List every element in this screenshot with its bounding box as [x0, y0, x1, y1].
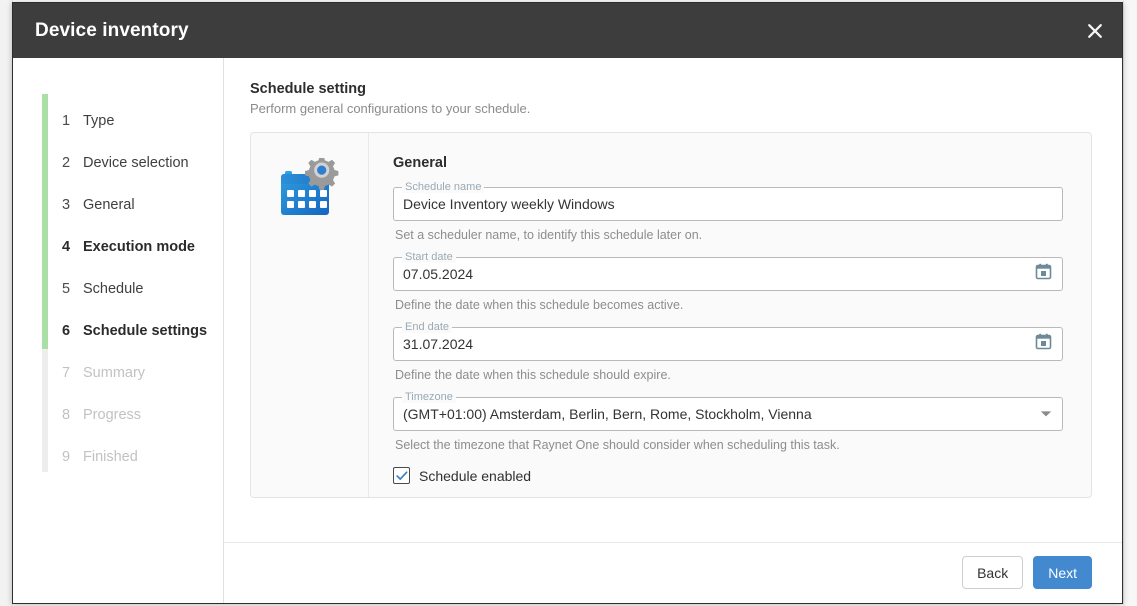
- general-settings-card: General Schedule name Set a scheduler na…: [250, 132, 1092, 498]
- step-number: 4: [62, 239, 71, 255]
- checkmark-icon: [395, 470, 408, 481]
- step-label: Finished: [83, 449, 138, 465]
- dialog-footer: Back Next: [224, 542, 1122, 603]
- stepper-list: 1 Type 2 Device selection 3 General 4 Ex…: [13, 100, 223, 478]
- end-date-helper: Define the date when this schedule shoul…: [395, 368, 671, 382]
- schedule-enabled-checkbox[interactable]: [393, 467, 410, 484]
- timezone-field: Timezone (GMT+01:00) Amsterdam, Berlin, …: [393, 391, 1063, 431]
- sidebar-item-type[interactable]: 1 Type: [13, 100, 223, 142]
- dialog-titlebar: Device inventory: [13, 3, 1122, 58]
- dialog-title: Device inventory: [35, 19, 189, 41]
- step-label: Type: [83, 113, 115, 129]
- timezone-label: Timezone: [402, 391, 456, 403]
- chevron-down-icon: [1040, 405, 1052, 423]
- end-date-input-box[interactable]: End date: [393, 321, 1063, 361]
- dialog-body: 1 Type 2 Device selection 3 General 4 Ex…: [13, 58, 1122, 603]
- close-icon: [1086, 22, 1104, 40]
- step-label: Summary: [83, 365, 146, 381]
- timezone-helper: Select the timezone that Raynet One shou…: [395, 438, 840, 452]
- start-date-helper: Define the date when this schedule becom…: [395, 298, 684, 312]
- start-date-input-box[interactable]: Start date: [393, 251, 1063, 291]
- end-date-field: End date: [393, 321, 1063, 361]
- step-number: 5: [62, 281, 71, 297]
- step-number: 6: [62, 323, 71, 339]
- schedule-enabled-label: Schedule enabled: [419, 467, 532, 484]
- step-number: 3: [62, 197, 71, 213]
- next-button[interactable]: Next: [1033, 556, 1092, 589]
- step-label: Execution mode: [83, 239, 195, 255]
- schedule-name-helper: Set a scheduler name, to identify this s…: [395, 228, 703, 242]
- page-title: Schedule setting: [250, 81, 367, 97]
- sidebar-item-general[interactable]: 3 General: [13, 184, 223, 226]
- wizard-content: Schedule setting Perform general configu…: [224, 58, 1122, 603]
- timezone-select-box[interactable]: Timezone (GMT+01:00) Amsterdam, Berlin, …: [393, 391, 1063, 431]
- start-date-input[interactable]: [403, 266, 1027, 282]
- sidebar-item-device-selection[interactable]: 2 Device selection: [13, 142, 223, 184]
- step-number: 9: [62, 449, 71, 465]
- start-date-label: Start date: [402, 251, 456, 263]
- step-label: Progress: [83, 407, 142, 423]
- calendar-settings-icon: [279, 156, 341, 223]
- end-date-input[interactable]: [403, 336, 1027, 352]
- device-inventory-dialog: Device inventory 1 Type 2 Device selecti…: [12, 2, 1123, 604]
- sidebar-item-summary: 7 Summary: [13, 352, 223, 394]
- schedule-name-input[interactable]: [403, 196, 1052, 212]
- step-number: 7: [62, 365, 71, 381]
- page-subtitle: Perform general configurations to your s…: [250, 101, 531, 116]
- end-date-picker-button[interactable]: [1035, 333, 1052, 355]
- calendar-icon: [1035, 333, 1052, 355]
- card-icon-column: [251, 133, 369, 497]
- calendar-icon: [1035, 263, 1052, 285]
- schedule-name-label: Schedule name: [402, 181, 485, 193]
- step-label: Schedule: [83, 281, 144, 297]
- start-date-field: Start date: [393, 251, 1063, 291]
- step-label: Device selection: [83, 155, 189, 171]
- schedule-enabled-row[interactable]: Schedule enabled: [393, 467, 1063, 484]
- timezone-selected-value: (GMT+01:00) Amsterdam, Berlin, Bern, Rom…: [403, 406, 812, 422]
- sidebar-item-execution-mode[interactable]: 4 Execution mode: [13, 226, 223, 268]
- back-button[interactable]: Back: [962, 556, 1024, 589]
- sidebar-item-schedule[interactable]: 5 Schedule: [13, 268, 223, 310]
- close-dialog-button[interactable]: [1068, 3, 1122, 58]
- step-number: 8: [62, 407, 71, 423]
- schedule-name-field: Schedule name: [393, 181, 1063, 221]
- sidebar-item-schedule-settings[interactable]: 6 Schedule settings: [13, 310, 223, 352]
- wizard-stepper-sidebar: 1 Type 2 Device selection 3 General 4 Ex…: [13, 58, 224, 603]
- general-form: General Schedule name Set a scheduler na…: [369, 133, 1091, 497]
- form-section-title: General: [393, 155, 447, 171]
- step-number: 1: [62, 113, 71, 129]
- step-label: General: [83, 197, 135, 213]
- step-number: 2: [62, 155, 71, 171]
- sidebar-item-finished: 9 Finished: [13, 436, 223, 478]
- start-date-picker-button[interactable]: [1035, 263, 1052, 285]
- end-date-label: End date: [402, 321, 453, 333]
- step-label: Schedule settings: [83, 323, 208, 339]
- timezone-dropdown-toggle[interactable]: [1040, 405, 1052, 423]
- schedule-name-input-box[interactable]: Schedule name: [393, 181, 1063, 221]
- sidebar-item-progress: 8 Progress: [13, 394, 223, 436]
- page-scrollbar-track[interactable]: [1123, 0, 1137, 606]
